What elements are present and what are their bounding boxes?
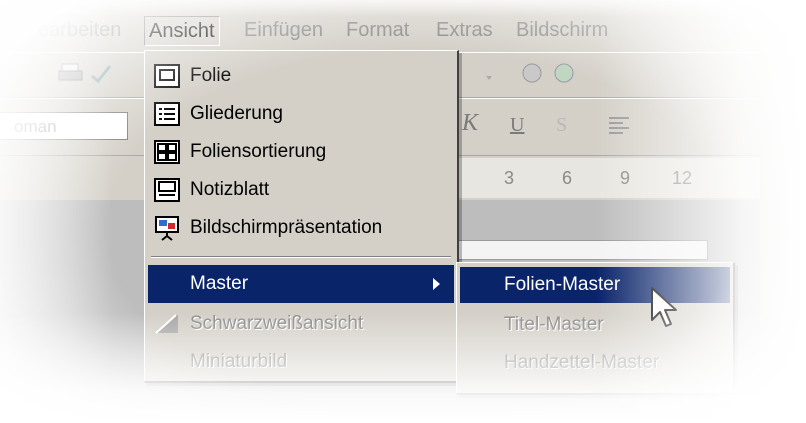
view-menu: Folie Gliederung Foliensortierung Notizb…	[144, 50, 459, 383]
menu-bildschirm[interactable]: Bildschirm	[516, 16, 608, 44]
notes-page-icon	[154, 178, 180, 202]
menu-item-master[interactable]: Master	[148, 265, 454, 303]
slide-view-icon	[154, 64, 180, 88]
mouse-pointer-icon	[651, 287, 677, 327]
menu-item-gliederung[interactable]: Gliederung	[148, 95, 454, 133]
slide-sorter-icon	[154, 140, 180, 164]
menu-item-folien-master[interactable]: Folien-Master	[460, 267, 730, 303]
ruler-mark: 6	[562, 168, 573, 188]
hyperlink-icon[interactable]	[520, 62, 546, 84]
italic-button[interactable]: K	[462, 110, 478, 137]
powerpoint-window: earbeiten Ansicht Einfügen Format Extras…	[0, 0, 806, 423]
menu-item-notizblatt[interactable]: Notizblatt	[148, 171, 454, 209]
menu-extras[interactable]: Extras	[436, 16, 493, 44]
menu-item-miniaturbild[interactable]: Miniaturbild	[148, 343, 454, 381]
menu-format[interactable]: Format	[346, 16, 409, 44]
slide-edge	[456, 240, 708, 260]
underline-button[interactable]: U	[510, 114, 524, 137]
ruler-mark: 3	[504, 168, 515, 188]
menu-item-folie[interactable]: Folie	[148, 57, 454, 95]
menu-item-handzettel-master[interactable]: Handzettel-Master	[460, 345, 730, 381]
menu-item-titel-master[interactable]: Titel-Master	[460, 307, 730, 343]
master-submenu: Folien-Master Titel-Master Handzettel-Ma…	[456, 262, 735, 395]
print-icon[interactable]	[58, 62, 84, 84]
menu-ansicht[interactable]: Ansicht	[144, 16, 220, 46]
web-toolbar-icon[interactable]	[552, 62, 578, 84]
shadow-button[interactable]: S	[556, 114, 567, 137]
align-left-icon[interactable]	[606, 114, 632, 136]
menu-einfuegen[interactable]: Einfügen	[244, 16, 323, 44]
menu-item-bildschirmpraesentation[interactable]: Bildschirmpräsentation	[148, 209, 454, 247]
ruler-mark: 9	[620, 168, 631, 188]
outline-view-icon	[154, 102, 180, 126]
menu-bearbeiten[interactable]: earbeiten	[38, 16, 121, 44]
menu-bar: earbeiten Ansicht Einfügen Format Extras…	[0, 10, 760, 50]
menu-item-foliensortierung[interactable]: Foliensortierung	[148, 133, 454, 171]
ruler-mark: 12	[672, 168, 693, 188]
spellcheck-icon[interactable]	[88, 62, 114, 84]
menu-item-schwarzweissansicht[interactable]: Schwarzweißansicht	[148, 305, 454, 343]
font-name-field[interactable]: oman	[0, 112, 128, 140]
grayscale-icon	[155, 314, 178, 334]
redo-dropdown-icon[interactable]	[480, 66, 506, 88]
submenu-arrow-icon	[433, 278, 440, 290]
horizontal-ruler	[440, 158, 760, 198]
menu-separator	[151, 256, 451, 258]
slideshow-icon	[155, 216, 179, 241]
